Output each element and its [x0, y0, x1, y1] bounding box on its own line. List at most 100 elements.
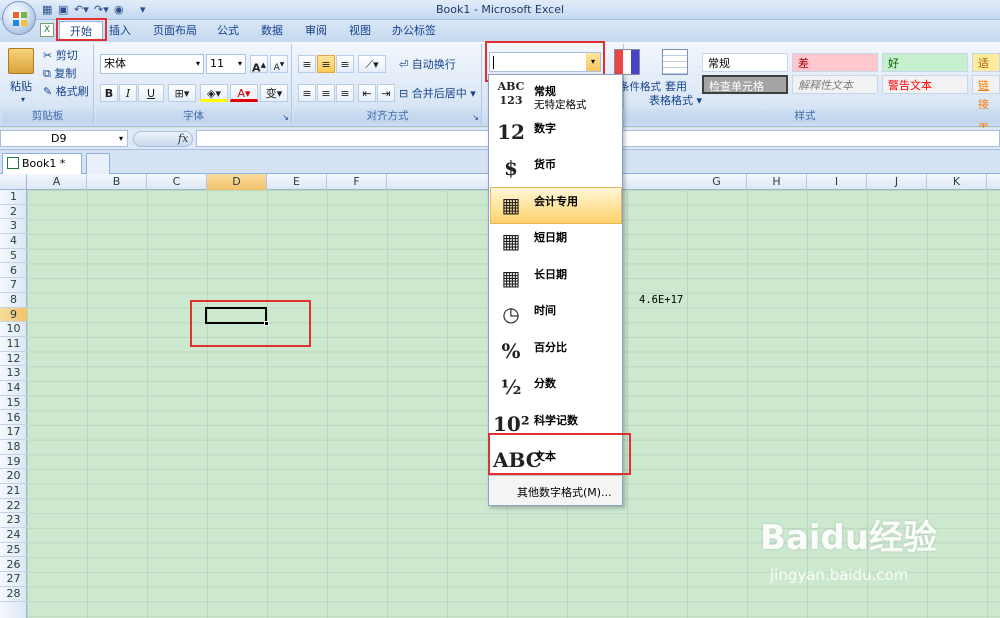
row-header[interactable]: 5	[0, 249, 27, 264]
redo-icon[interactable]: ↷▾	[94, 3, 109, 16]
new-tab-button[interactable]	[86, 153, 110, 174]
customize-icon[interactable]: ▾	[140, 3, 146, 16]
column-header[interactable]: C	[147, 174, 207, 190]
name-box[interactable]: D9 ▾	[0, 130, 128, 147]
tab-formulas[interactable]: 公式	[210, 21, 246, 41]
borders-button[interactable]: ⊞▾	[168, 84, 196, 102]
bold-button[interactable]: B	[100, 84, 118, 102]
align-right-icon[interactable]: ≡	[336, 84, 354, 102]
column-header[interactable]: B	[87, 174, 147, 190]
font-color-button[interactable]: A▾	[230, 84, 258, 102]
format-option[interactable]: % 百分比	[489, 333, 622, 370]
workbook-tab[interactable]: Book1 * ×	[2, 153, 82, 189]
row-header[interactable]: 4	[0, 234, 27, 249]
row-header[interactable]: 11	[0, 337, 27, 352]
decrease-indent-icon[interactable]: ⇤	[358, 84, 376, 102]
column-header[interactable]: G	[687, 174, 747, 190]
italic-button[interactable]: I	[119, 84, 137, 102]
style-warning[interactable]: 警告文本	[882, 75, 968, 94]
paste-button[interactable]: 粘贴	[8, 78, 34, 96]
column-header[interactable]: E	[267, 174, 327, 190]
cut-button[interactable]: ✂ 剪切	[42, 47, 79, 65]
tab-office-tabs[interactable]: 办公标签	[387, 21, 441, 41]
format-option[interactable]: $ 货币	[489, 150, 622, 187]
style-good[interactable]: 好	[882, 53, 968, 72]
column-header[interactable]: J	[867, 174, 927, 190]
row-header[interactable]: 27	[0, 572, 27, 587]
align-center-icon[interactable]: ≡	[317, 84, 335, 102]
row-header[interactable]: 24	[0, 528, 27, 543]
format-option[interactable]: ▦ 长日期	[489, 260, 622, 297]
dialog-launcher-icon[interactable]: ↘	[472, 113, 479, 122]
row-header[interactable]: 6	[0, 264, 27, 279]
merge-center-button[interactable]: ⊟ 合并后居中 ▾	[398, 85, 477, 103]
format-option[interactable]: ▦ 会计专用	[489, 187, 622, 224]
column-header[interactable]: F	[327, 174, 387, 190]
row-header[interactable]: 14	[0, 381, 27, 396]
select-all-corner[interactable]	[0, 174, 27, 190]
undo-icon[interactable]: ↶▾	[74, 3, 89, 16]
cell-value[interactable]: 4.6E+17	[639, 294, 683, 306]
paste-dropdown-icon[interactable]: ▾	[21, 95, 25, 104]
column-header[interactable]: A	[27, 174, 87, 190]
row-header[interactable]: 3	[0, 219, 27, 235]
phonetic-button[interactable]: 变▾	[260, 84, 288, 102]
row-header[interactable]: 22	[0, 499, 27, 514]
save-icon[interactable]: ▣	[58, 3, 68, 16]
format-option[interactable]: ABC 123 常规 无特定格式	[489, 77, 622, 114]
tab-insert[interactable]: 插入	[103, 21, 137, 41]
row-header[interactable]: 25	[0, 543, 27, 558]
column-header[interactable]: H	[747, 174, 807, 190]
function-button[interactable]: fx	[178, 132, 188, 145]
row-header[interactable]: 17	[0, 425, 27, 440]
increase-indent-icon[interactable]: ⇥	[377, 84, 395, 102]
column-header[interactable]: I	[807, 174, 867, 190]
style-bad[interactable]: 差	[792, 53, 878, 72]
format-option[interactable]: ◷ 时间	[489, 296, 622, 333]
row-header[interactable]: 13	[0, 366, 27, 382]
align-top-icon[interactable]: ≡	[298, 55, 316, 73]
row-header[interactable]: 28	[0, 587, 27, 602]
row-header[interactable]: 18	[0, 440, 27, 455]
tab-page-layout[interactable]: 页面布局	[148, 21, 202, 41]
style-normal[interactable]: 常规	[702, 53, 788, 72]
row-header[interactable]: 8	[0, 293, 27, 308]
table-format-button[interactable]: 表格格式 ▾	[648, 92, 703, 110]
format-option[interactable]: 12 数字	[489, 114, 622, 151]
wrap-text-button[interactable]: ⏎ 自动换行	[398, 56, 457, 74]
shrink-font-button[interactable]: A▼	[270, 55, 288, 73]
row-header[interactable]: 26	[0, 558, 27, 573]
style-hyperlink[interactable]: 链接单	[972, 75, 1000, 130]
more-number-formats[interactable]: 其他数字格式(M)...	[489, 475, 622, 505]
row-header[interactable]: 2	[0, 205, 27, 220]
align-middle-icon[interactable]: ≡	[317, 55, 335, 73]
font-name-select[interactable]: 宋体 ▾	[100, 54, 204, 74]
style-neutral[interactable]: 适中	[972, 53, 1000, 89]
row-header[interactable]: 15	[0, 396, 27, 411]
fill-color-button[interactable]: ◈▾	[200, 84, 228, 102]
grow-font-button[interactable]: A▲	[250, 55, 268, 75]
align-left-icon[interactable]: ≡	[298, 84, 316, 102]
row-header[interactable]: 1	[0, 190, 27, 205]
column-header[interactable]: K	[927, 174, 987, 190]
format-option[interactable]: ½ 分数	[489, 369, 622, 406]
underline-button[interactable]: U	[138, 84, 164, 102]
style-explanatory[interactable]: 解释性文本	[792, 75, 878, 94]
tab-view[interactable]: 视图	[341, 21, 379, 41]
row-header[interactable]: 10	[0, 322, 27, 337]
column-header[interactable]: D	[207, 174, 267, 190]
row-header[interactable]: 9	[0, 307, 27, 323]
tab-review[interactable]: 审阅	[297, 21, 335, 41]
style-check-cell[interactable]: 检查单元格	[702, 75, 788, 94]
row-header[interactable]: 7	[0, 278, 27, 293]
row-header[interactable]: 12	[0, 352, 27, 367]
row-header[interactable]: 21	[0, 484, 27, 499]
quick-access-icon[interactable]: ◉	[114, 3, 124, 16]
row-header[interactable]: 16	[0, 411, 27, 426]
format-option[interactable]: ▦ 短日期	[489, 223, 622, 260]
copy-button[interactable]: ⧉ 复制	[42, 65, 77, 83]
dialog-launcher-icon[interactable]: ↘	[282, 113, 289, 122]
align-bottom-icon[interactable]: ≡	[336, 55, 354, 73]
row-header[interactable]: 20	[0, 469, 27, 484]
font-size-select[interactable]: 11 ▾	[206, 54, 246, 74]
